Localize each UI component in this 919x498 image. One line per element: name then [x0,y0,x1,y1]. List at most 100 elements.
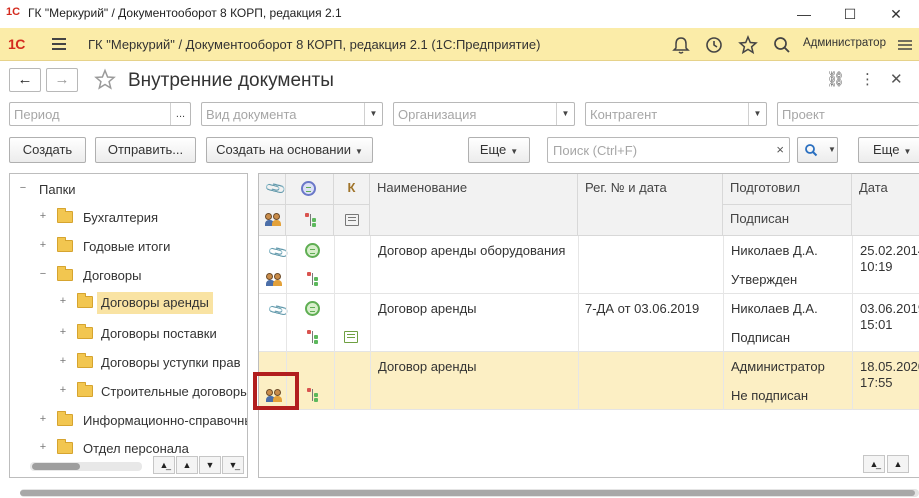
scrollbar-thumb[interactable] [32,463,80,470]
header-route[interactable] [286,205,334,236]
cell-prepared: Администратор [731,359,825,374]
more-button[interactable]: Еще ▼ [468,137,530,163]
send-button-label: Отправить... [107,142,184,157]
header-k[interactable]: К [334,174,370,205]
window-title: ГК "Меркурий" / Документооборот 8 КОРП, … [28,6,342,20]
close-window-button[interactable]: ✕ [873,0,919,28]
close-form-icon[interactable]: ✕ [890,70,903,88]
list-scroll-top-button[interactable]: ▲̲ [863,455,885,473]
expand-icon[interactable]: + [38,211,48,222]
table-row[interactable]: 📎 Договор аренды оборудования Николаев Д… [259,236,919,294]
tasks-icon [344,331,358,343]
list-scroll-up-button[interactable]: ▲ [887,455,909,473]
scrollbar-thumb[interactable] [20,490,915,496]
cell-time: 17:55 [860,375,893,390]
route-icon [307,388,319,402]
folder-icon [57,411,73,426]
more-button-2-label: Еще [873,142,900,157]
period-placeholder: Период [14,107,60,122]
scroll-bottom-button[interactable]: ▼̲ [222,456,244,474]
maximize-button[interactable]: ☐ [827,0,873,28]
tree-item-label: Договоры уступки прав [101,355,241,370]
search-input[interactable]: Поиск (Ctrl+F) × [547,137,790,163]
window-horizontal-scrollbar[interactable] [20,489,919,497]
header-name[interactable]: Наименование [370,174,578,236]
cell-date: 18.05.2020 [860,359,919,374]
create-button[interactable]: Создать [9,137,86,163]
favorites-star-icon[interactable] [737,34,759,56]
route-icon [305,213,317,227]
status-approved-icon [305,301,320,316]
link-icon[interactable]: ⛓ [826,70,845,88]
add-to-favorites-icon[interactable] [93,68,117,92]
tree-horizontal-scrollbar[interactable] [30,462,142,471]
create-based-on-label: Создать на основании [216,142,351,157]
period-select-button[interactable]: ... [170,103,190,125]
header-tasks[interactable] [334,205,370,236]
1c-logo-icon: 1С [8,36,25,52]
chevron-down-icon: ▼ [828,145,836,154]
send-button[interactable]: Отправить... [95,137,196,163]
settings-menu-icon[interactable] [894,34,916,56]
table-row[interactable]: 📎 Договор аренды 7-ДА от 03.06.2019 Нико… [259,294,919,352]
bell-icon[interactable] [670,34,692,56]
chevron-down-icon[interactable]: ▼ [556,103,574,125]
header-signed[interactable]: Подписан [723,205,852,236]
search-icon[interactable] [771,34,793,56]
clear-search-icon[interactable]: × [776,142,784,157]
back-button[interactable]: ← [9,68,41,92]
column-divider [578,236,579,410]
more-actions-icon[interactable]: ⋮ [860,70,875,88]
search-options-button[interactable]: ▼ [797,137,838,163]
organization-placeholder: Организация [398,107,477,122]
history-icon[interactable] [703,34,725,56]
header-prepared[interactable]: Подготовил [723,174,852,205]
folder-icon [77,293,93,308]
folder-icon [57,208,73,223]
collapse-icon[interactable]: − [18,183,28,194]
expand-icon[interactable]: + [58,296,68,307]
expand-icon[interactable]: + [38,442,48,453]
chevron-down-icon: ▼ [510,147,519,156]
document-type-field[interactable]: Вид документа ▼ [201,102,383,126]
expand-icon[interactable]: + [38,414,48,425]
chevron-down-icon[interactable]: ▼ [748,103,766,125]
folder-icon [77,353,93,368]
project-field[interactable]: Проект [777,102,919,126]
contractor-field[interactable]: Контрагент ▼ [585,102,767,126]
folder-open-icon [57,266,73,281]
more-button-label: Еще [479,142,507,157]
expand-icon[interactable]: + [58,327,68,338]
app-toolbar: 1С ГК "Меркурий" / Документооборот 8 КОР… [0,28,919,61]
collapse-icon[interactable]: − [38,269,48,280]
scroll-top-button[interactable]: ▲̲ [153,456,175,474]
header-status[interactable] [286,174,334,205]
status-header-icon [301,181,316,196]
create-button-label: Создать [22,142,73,157]
expand-icon[interactable]: + [58,356,68,367]
header-participants[interactable] [259,205,286,236]
tree-item-selected[interactable]: + Договоры аренды [58,292,247,314]
header-reg[interactable]: Рег. № и дата [578,174,723,236]
folder-icon [77,382,93,397]
expand-icon[interactable]: + [58,385,68,396]
current-user[interactable]: Администратор [803,37,886,49]
table-row-current[interactable]: Договор аренды Администратор Не подписан… [259,352,919,410]
window-titlebar: 1С ГК "Меркурий" / Документооборот 8 КОР… [0,0,919,28]
scroll-up-button[interactable]: ▲ [176,456,198,474]
expand-icon[interactable]: + [38,240,48,251]
forward-button[interactable]: → [46,68,78,92]
header-attachments[interactable]: 📎 [259,174,286,205]
scroll-down-button[interactable]: ▼ [199,456,221,474]
more-button-2[interactable]: Еще ▼ [858,137,919,163]
organization-field[interactable]: Организация ▼ [393,102,575,126]
cell-date: 25.02.2014 [860,243,919,258]
cell-date: 03.06.2019 [860,301,919,316]
minimize-button[interactable]: — [781,0,827,28]
header-date[interactable]: Дата [852,174,919,236]
main-menu-icon[interactable] [50,35,68,53]
tree-item-label: Строительные договоры [101,384,248,399]
create-based-on-button[interactable]: Создать на основании ▼ [206,137,373,163]
period-field[interactable]: Период ... [9,102,191,126]
chevron-down-icon[interactable]: ▼ [364,103,382,125]
